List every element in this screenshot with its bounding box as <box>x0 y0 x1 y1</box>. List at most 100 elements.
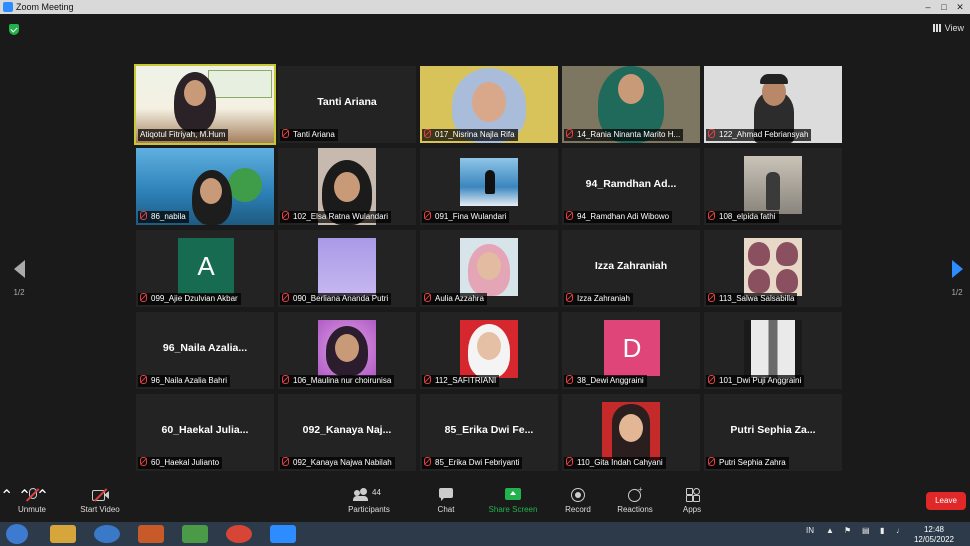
video-tile-host[interactable]: Atiqotul Fitriyah, M.Hum <box>134 64 276 145</box>
participant-name-display: 94_Ramdhan Ad... <box>585 178 677 190</box>
participant-video <box>460 320 518 378</box>
participant-face <box>472 82 506 122</box>
audio-options-caret-icon[interactable]: ⌃ <box>0 488 13 505</box>
video-tile[interactable]: Aulia Azzahra <box>420 230 558 307</box>
video-tile[interactable]: 090_Berliana Ananda Putri <box>278 230 416 307</box>
participant-label: 113_Salwa Salsabilla <box>706 293 798 305</box>
participant-face <box>334 172 360 202</box>
taskbar-clock[interactable]: 12:48 12/05/2022 <box>914 525 954 545</box>
arrow-left-icon <box>13 260 25 278</box>
minimize-icon[interactable]: – <box>920 0 936 14</box>
video-tile[interactable]: 96_Naila Azalia... 96_Naila Azalia Bahri <box>136 312 274 389</box>
mic-muted-icon <box>708 457 715 466</box>
video-tile[interactable]: 60_Haekal Julia... 60_Haekal Julianto <box>136 394 274 471</box>
video-tile[interactable]: 092_Kanaya Naj... 092_Kanaya Najwa Nabil… <box>278 394 416 471</box>
next-page-button[interactable]: 1/2 <box>947 260 967 297</box>
video-tile[interactable]: 122_Ahmad Febriansyah <box>704 66 842 143</box>
window-title: Zoom Meeting <box>16 2 74 12</box>
video-tile[interactable]: Tanti Ariana Tanti Ariana <box>278 66 416 143</box>
mic-muted-icon <box>282 375 289 384</box>
network-icon[interactable]: ▤ <box>862 526 870 535</box>
participant-name-display: Izza Zahraniah <box>594 260 668 272</box>
os-taskbar: IN ▲ ⚑ ▤ ▮ ♩ 12:48 12/05/2022 <box>0 522 970 546</box>
start-video-button[interactable]: Start Video <box>76 488 124 514</box>
participant-figure <box>748 269 770 293</box>
photos-app-icon[interactable] <box>182 525 208 543</box>
maximize-icon[interactable]: □ <box>936 0 952 14</box>
chat-label: Chat <box>437 505 455 514</box>
participant-label: 94_Ramdhan Adi Wibowo <box>564 211 673 223</box>
flag-icon[interactable]: ⚑ <box>844 526 851 535</box>
participant-label: 122_Ahmad Febriansyah <box>706 129 812 141</box>
reactions-label: Reactions <box>617 505 653 514</box>
participant-label: 017_Nisrina Najla Rifa <box>422 129 518 141</box>
video-tile[interactable]: Izza Zahraniah Izza Zahraniah <box>562 230 700 307</box>
participant-figure <box>748 242 770 266</box>
presentation-slide <box>208 70 272 98</box>
video-tile[interactable]: 106_Maulina nur choirunisa <box>278 312 416 389</box>
participant-label: 14_Rania Ninanta Marito H... <box>564 129 684 141</box>
close-icon[interactable]: ✕ <box>952 0 968 14</box>
participants-count: 44 <box>372 488 381 497</box>
internet-explorer-icon[interactable] <box>94 525 120 543</box>
start-menu-icon[interactable] <box>6 524 28 544</box>
unmute-button[interactable]: Unmute <box>14 488 50 514</box>
record-button[interactable]: Record <box>562 488 594 514</box>
mic-muted-icon <box>282 293 289 302</box>
mic-muted-icon <box>424 457 431 466</box>
participant-label: 86_nabila <box>138 211 189 223</box>
participants-button[interactable]: 44 Participants <box>344 488 394 514</box>
video-tile[interactable]: D 38_Dewi Anggraini <box>562 312 700 389</box>
prev-page-button[interactable]: 1/2 <box>9 260 29 297</box>
participant-face <box>618 74 644 104</box>
view-button[interactable]: View <box>932 23 964 33</box>
share-screen-button[interactable]: Share Screen <box>486 488 540 514</box>
participant-name-display: 96_Naila Azalia... <box>162 342 248 354</box>
reactions-button[interactable]: + Reactions <box>614 485 656 514</box>
participant-label: 099_Ajie Dzulvian Akbar <box>138 293 241 305</box>
chrome-icon[interactable] <box>226 525 252 543</box>
video-tile[interactable]: 108_elpida fathi <box>704 148 842 225</box>
camera-off-icon <box>92 488 109 502</box>
clock-time: 12:48 <box>923 525 944 534</box>
battery-icon[interactable]: ▮ <box>880 526 884 535</box>
apps-button[interactable]: Apps <box>678 488 706 514</box>
video-tile[interactable]: 102_Elsa Ratna Wulandari <box>278 148 416 225</box>
video-tile[interactable]: 112_SAFITRIANI <box>420 312 558 389</box>
mic-muted-icon <box>566 129 573 138</box>
video-tile[interactable]: Putri Sephia Za... Putri Sephia Zahra <box>704 394 842 471</box>
file-explorer-icon[interactable] <box>50 525 76 543</box>
volume-icon[interactable]: ♩ <box>896 526 904 535</box>
participant-label: 108_elpida fathi <box>706 211 779 223</box>
participant-label: 102_Elsa Ratna Wulandari <box>280 211 392 223</box>
input-language[interactable]: IN <box>806 526 814 535</box>
chat-button[interactable]: Chat <box>432 488 460 514</box>
participant-figure <box>766 172 780 210</box>
zoom-taskbar-icon[interactable] <box>270 525 296 543</box>
video-tile[interactable]: 85_Erika Dwi Fe... 85_Erika Dwi Febriyan… <box>420 394 558 471</box>
video-tile[interactable]: 017_Nisrina Najla Rifa <box>420 66 558 143</box>
unmute-label: Unmute <box>17 505 46 514</box>
video-tile[interactable]: A 099_Ajie Dzulvian Akbar <box>136 230 274 307</box>
video-tile[interactable]: 94_Ramdhan Ad... 94_Ramdhan Adi Wibowo <box>562 148 700 225</box>
video-tile[interactable]: 110_Gita Indah Cahyani <box>562 394 700 471</box>
leave-button[interactable]: Leave <box>926 492 966 510</box>
video-tile[interactable]: 113_Salwa Salsabilla <box>704 230 842 307</box>
participant-label: 091_Fina Wulandari <box>422 211 510 223</box>
view-button-label: View <box>944 23 964 33</box>
video-tile[interactable]: 101_Dwi Puji Anggraini <box>704 312 842 389</box>
shield-icon[interactable] <box>9 24 19 35</box>
chat-icon <box>438 488 454 501</box>
tray-expand-icon[interactable]: ▲ <box>826 526 834 535</box>
participant-video <box>318 238 376 296</box>
participant-name-display: Tanti Ariana <box>317 96 377 108</box>
mic-muted-icon <box>140 457 147 466</box>
participant-name-display: 60_Haekal Julia... <box>161 424 249 436</box>
video-tile[interactable]: 091_Fina Wulandari <box>420 148 558 225</box>
participant-figure <box>485 170 495 194</box>
media-player-icon[interactable] <box>138 525 164 543</box>
participant-face <box>477 252 501 280</box>
video-tile[interactable]: 14_Rania Ninanta Marito H... <box>562 66 700 143</box>
video-tile[interactable]: 86_nabila <box>136 148 274 225</box>
mic-muted-icon <box>566 457 573 466</box>
